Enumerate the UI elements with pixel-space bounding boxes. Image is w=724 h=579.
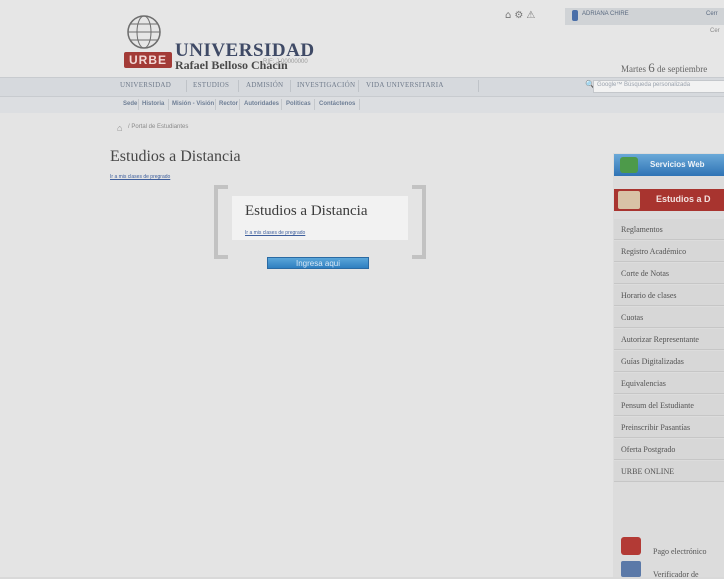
user-name[interactable]: ADRIANA CHIRE — [582, 11, 629, 17]
subnav-separator — [215, 99, 216, 110]
sidebar-label: Preinscribir Pasantías — [621, 423, 691, 432]
subnav-separator — [314, 99, 315, 110]
subnav-mision-vision[interactable]: Misión - Visión — [172, 101, 214, 107]
ingresa-button[interactable]: Ingresa aqui — [267, 257, 369, 269]
date-suffix: de septiembre — [657, 64, 708, 74]
subnav-separator — [359, 99, 360, 110]
sidebar-label: Registro Académico — [621, 247, 687, 256]
sidebar-label: Reglamentos — [621, 225, 663, 234]
servicios-web-icon — [620, 157, 638, 173]
card-bracket-left — [214, 185, 228, 259]
alert-icon[interactable]: ⚠ — [526, 10, 538, 21]
verificador-label[interactable]: Verificador de — [653, 570, 699, 579]
sidebar-label: Autorizar Representante — [621, 335, 699, 344]
logo-tag: RIF: J-00000000 — [263, 59, 308, 65]
home-icon[interactable]: ⌂ — [505, 10, 514, 21]
date: Martes 6 de septiembre — [621, 60, 707, 76]
nav-separator — [478, 80, 479, 92]
subnav-separator — [168, 99, 169, 110]
sidebar-label: Horario de clases — [621, 291, 677, 300]
pago-electronico-label[interactable]: Pago electrónico — [653, 547, 707, 556]
top-icons: ⌂⚙⚠ — [505, 10, 538, 21]
subnav-separator — [138, 99, 139, 110]
settings-icon[interactable]: ⚙ — [514, 10, 526, 21]
subnav-sede[interactable]: Sede — [123, 101, 137, 107]
date-day: 6 — [648, 60, 655, 75]
subnav-historia[interactable]: Historia — [142, 101, 164, 107]
home-icon[interactable]: ⌂ — [117, 123, 122, 133]
secondary-link[interactable]: Cer — [710, 28, 720, 34]
nav-estudios[interactable]: ESTUDIOS — [193, 81, 229, 89]
logout-link[interactable]: Cerr — [706, 11, 718, 17]
search-placeholder: Google™ Búsqueda personalizada — [597, 82, 691, 88]
nav-separator — [238, 80, 239, 92]
subnav-politicas[interactable]: Políticas — [286, 101, 311, 107]
pregrado-link[interactable]: Ir a mis clases de pregrado — [110, 174, 170, 180]
sidebar-label: Oferta Postgrado — [621, 445, 676, 454]
estudios-icon — [618, 191, 640, 209]
subnav-rector[interactable]: Rector — [219, 101, 238, 107]
sidebar-label: Guías Digitalizadas — [621, 357, 684, 366]
date-prefix: Martes — [621, 64, 646, 74]
subnav-contactenos[interactable]: Contáctenos — [319, 101, 355, 107]
sidebar-label: Pensum del Estudiante — [621, 401, 694, 410]
nav-separator — [186, 80, 187, 92]
nav-investigacion[interactable]: INVESTIGACIÓN — [297, 81, 355, 89]
subnav-autoridades[interactable]: Autoridades — [244, 101, 279, 107]
card-bracket-right — [412, 185, 426, 259]
card-title: Estudios a Distancia — [245, 203, 368, 219]
nav-universidad[interactable]: UNIVERSIDAD — [120, 81, 171, 89]
card-pregrado-link[interactable]: Ir a mis clases de pregrado — [245, 230, 305, 236]
nav-vida-universitaria[interactable]: VIDA UNIVERSITARIA — [366, 81, 444, 89]
nav-separator — [290, 80, 291, 92]
estudios-label: Estudios a D — [656, 194, 711, 204]
sidebar-label: Corte de Notas — [621, 269, 669, 278]
sidebar-label: Cuotas — [621, 313, 644, 322]
verificador-icon[interactable] — [621, 561, 641, 577]
subnav-separator — [239, 99, 240, 110]
nav-admision[interactable]: ADMISIÓN — [246, 81, 283, 89]
page-title: Estudios a Distancia — [110, 148, 241, 165]
pago-electronico-icon[interactable] — [621, 537, 641, 555]
servicios-web-label: Servicios Web — [650, 160, 705, 169]
sidebar-label: Equivalencias — [621, 379, 666, 388]
breadcrumb[interactable]: / Portal de Estudiantes — [128, 124, 188, 130]
sub-nav — [0, 97, 724, 113]
subnav-separator — [281, 99, 282, 110]
logo-globe-icon — [127, 15, 161, 49]
logo-mark[interactable]: URBE — [124, 52, 172, 68]
nav-separator — [358, 80, 359, 92]
user-icon — [572, 10, 578, 21]
sidebar-label: URBE ONLINE — [621, 467, 675, 476]
